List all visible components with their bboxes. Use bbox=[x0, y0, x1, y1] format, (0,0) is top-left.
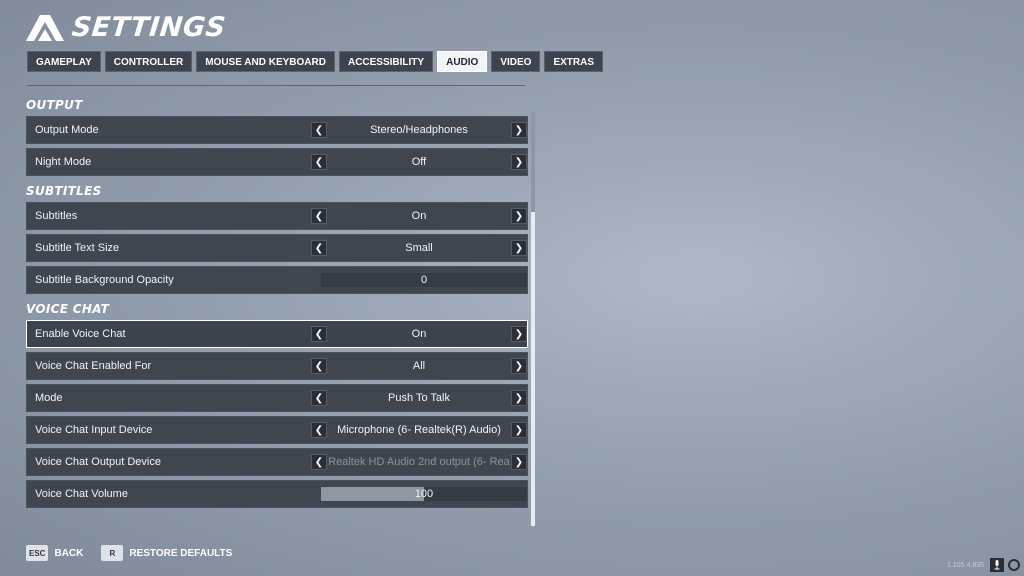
setting-label: Subtitle Text Size bbox=[35, 242, 120, 254]
microphone-icon[interactable] bbox=[990, 558, 1004, 572]
setting-row-voice-chat-output-device[interactable]: Voice Chat Output Device ❮ Realtek HD Au… bbox=[26, 448, 528, 476]
option-selector: ❮ On ❯ bbox=[311, 203, 527, 229]
option-selector: ❮ On ❯ bbox=[311, 321, 527, 347]
slider-value: 100 bbox=[414, 488, 434, 500]
restore-defaults-button[interactable]: R RESTORE DEFAULTS bbox=[101, 545, 232, 561]
chevron-left-icon[interactable]: ❮ bbox=[311, 122, 327, 138]
audio-settings-panel: OUTPUT Output Mode ❮ Stereo/Headphones ❯… bbox=[26, 94, 528, 512]
slider-fill bbox=[321, 487, 424, 501]
setting-label: Voice Chat Output Device bbox=[35, 456, 161, 468]
chevron-left-icon[interactable]: ❮ bbox=[311, 422, 327, 438]
setting-value: On bbox=[411, 210, 427, 222]
opacity-slider[interactable]: 0 bbox=[321, 273, 527, 287]
setting-value: All bbox=[412, 360, 426, 372]
option-selector: ❮ Stereo/Headphones ❯ bbox=[311, 117, 527, 143]
option-selector: ❮ Microphone (6- Realtek(R) Audio) ❯ bbox=[311, 417, 527, 443]
setting-value: Off bbox=[411, 156, 427, 168]
chevron-left-icon[interactable]: ❮ bbox=[311, 358, 327, 374]
setting-row-subtitles[interactable]: Subtitles ❮ On ❯ bbox=[26, 202, 528, 230]
chevron-left-icon[interactable]: ❮ bbox=[311, 240, 327, 256]
setting-value: Stereo/Headphones bbox=[370, 124, 468, 136]
scrollbar-thumb[interactable] bbox=[531, 212, 535, 526]
option-selector: ❮ All ❯ bbox=[311, 353, 527, 379]
corner-status: 1.105.4.835 bbox=[947, 558, 1020, 572]
section-heading-output: OUTPUT bbox=[26, 98, 83, 112]
setting-row-output-mode[interactable]: Output Mode ❮ Stereo/Headphones ❯ bbox=[26, 116, 528, 144]
chevron-right-icon[interactable]: ❯ bbox=[511, 240, 527, 256]
loading-spinner-icon bbox=[1008, 559, 1020, 571]
setting-row-mode[interactable]: Mode ❮ Push To Talk ❯ bbox=[26, 384, 528, 412]
tab-audio[interactable]: AUDIO bbox=[437, 51, 488, 72]
chevron-left-icon[interactable]: ❮ bbox=[311, 154, 327, 170]
logo-icon bbox=[26, 14, 64, 41]
chevron-right-icon[interactable]: ❯ bbox=[511, 122, 527, 138]
r-key-icon: R bbox=[101, 545, 124, 561]
setting-label: Voice Chat Volume bbox=[35, 488, 128, 500]
back-label: BACK bbox=[54, 547, 84, 559]
tab-mouse-and-keyboard[interactable]: MOUSE AND KEYBOARD bbox=[196, 51, 335, 72]
volume-slider[interactable]: 100 bbox=[321, 487, 527, 501]
tab-extras[interactable]: EXTRAS bbox=[544, 51, 604, 72]
setting-label: Subtitles bbox=[35, 210, 78, 222]
setting-value: On bbox=[411, 328, 427, 340]
tabs-divider bbox=[27, 85, 525, 86]
setting-row-night-mode[interactable]: Night Mode ❮ Off ❯ bbox=[26, 148, 528, 176]
chevron-right-icon[interactable]: ❯ bbox=[511, 154, 527, 170]
option-selector: ❮ Off ❯ bbox=[311, 149, 527, 175]
section-heading-voice-chat: VOICE CHAT bbox=[26, 302, 110, 316]
tab-video[interactable]: VIDEO bbox=[491, 51, 541, 72]
game-logo: SETTINGS bbox=[26, 12, 228, 43]
setting-label: Night Mode bbox=[35, 156, 92, 168]
setting-row-subtitle-text-size[interactable]: Subtitle Text Size ❮ Small ❯ bbox=[26, 234, 528, 262]
settings-tabs: GAMEPLAY CONTROLLER MOUSE AND KEYBOARD A… bbox=[27, 51, 604, 72]
setting-row-subtitle-background-opacity[interactable]: Subtitle Background Opacity 0 bbox=[26, 266, 528, 294]
tab-gameplay[interactable]: GAMEPLAY bbox=[27, 51, 101, 72]
setting-label: Voice Chat Enabled For bbox=[35, 360, 152, 372]
setting-label: Output Mode bbox=[35, 124, 99, 136]
setting-label: Mode bbox=[35, 392, 63, 404]
setting-row-voice-chat-enabled-for[interactable]: Voice Chat Enabled For ❮ All ❯ bbox=[26, 352, 528, 380]
restore-defaults-label: RESTORE DEFAULTS bbox=[129, 547, 233, 559]
chevron-left-icon[interactable]: ❮ bbox=[311, 326, 327, 342]
slider-control: 100 bbox=[311, 481, 527, 507]
setting-label: Voice Chat Input Device bbox=[35, 424, 153, 436]
chevron-right-icon[interactable]: ❯ bbox=[511, 358, 527, 374]
slider-control: 0 bbox=[311, 267, 527, 293]
chevron-left-icon[interactable]: ❮ bbox=[311, 454, 327, 470]
setting-row-voice-chat-volume[interactable]: Voice Chat Volume 100 bbox=[26, 480, 528, 508]
setting-row-voice-chat-input-device[interactable]: Voice Chat Input Device ❮ Microphone (6-… bbox=[26, 416, 528, 444]
section-heading-subtitles: SUBTITLES bbox=[26, 184, 102, 198]
chevron-right-icon[interactable]: ❯ bbox=[511, 454, 527, 470]
chevron-left-icon[interactable]: ❮ bbox=[311, 208, 327, 224]
slider-value: 0 bbox=[420, 274, 428, 286]
option-selector: ❮ Realtek HD Audio 2nd output (6- Rea ❯ bbox=[311, 449, 527, 475]
setting-row-enable-voice-chat[interactable]: Enable Voice Chat ❮ On ❯ bbox=[26, 320, 528, 348]
esc-key-icon: ESC bbox=[26, 545, 49, 561]
version-text: 1.105.4.835 bbox=[947, 561, 984, 569]
footer-hints: ESC BACK R RESTORE DEFAULTS bbox=[26, 545, 232, 561]
option-selector: ❮ Small ❯ bbox=[311, 235, 527, 261]
setting-value: Microphone (6- Realtek(R) Audio) bbox=[337, 424, 501, 436]
chevron-left-icon[interactable]: ❮ bbox=[311, 390, 327, 406]
page-title: SETTINGS bbox=[70, 12, 228, 43]
chevron-right-icon[interactable]: ❯ bbox=[511, 422, 527, 438]
chevron-right-icon[interactable]: ❯ bbox=[511, 208, 527, 224]
setting-value: Small bbox=[405, 242, 433, 254]
setting-value: Realtek HD Audio 2nd output (6- Rea bbox=[328, 456, 510, 468]
setting-label: Enable Voice Chat bbox=[35, 328, 126, 340]
chevron-right-icon[interactable]: ❯ bbox=[511, 390, 527, 406]
tab-controller[interactable]: CONTROLLER bbox=[104, 51, 193, 72]
setting-label: Subtitle Background Opacity bbox=[35, 274, 174, 286]
chevron-right-icon[interactable]: ❯ bbox=[511, 326, 527, 342]
tab-accessibility[interactable]: ACCESSIBILITY bbox=[338, 51, 434, 72]
setting-value: Push To Talk bbox=[388, 392, 450, 404]
option-selector: ❮ Push To Talk ❯ bbox=[311, 385, 527, 411]
back-button[interactable]: ESC BACK bbox=[26, 545, 83, 561]
